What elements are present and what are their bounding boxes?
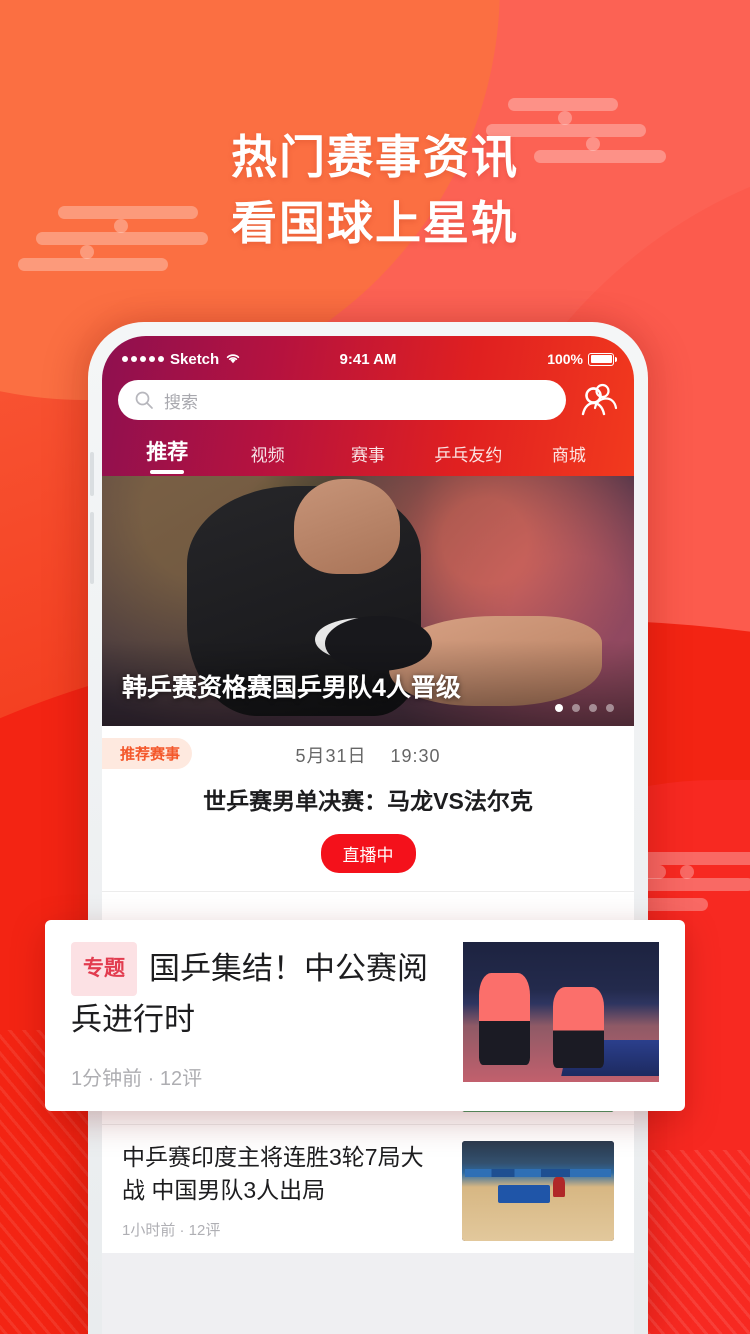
carousel-dot-4[interactable] bbox=[606, 704, 614, 712]
carousel-dot-1[interactable] bbox=[555, 704, 563, 712]
match-date: 5月31日 bbox=[295, 746, 367, 766]
match-live-row: 直播中 bbox=[102, 816, 634, 873]
featured-card[interactable]: 专题 国乒集结！中公赛阅兵进行时 1分钟前 · 12评 bbox=[45, 920, 685, 1111]
phone-mockup: Sketch 9:41 AM 100% 搜索 推荐 视频 赛事 乒乓友约 商城 … bbox=[88, 322, 648, 1334]
featured-thumbnail bbox=[463, 942, 659, 1082]
status-time: 9:41 AM bbox=[339, 350, 397, 368]
status-bar-left: Sketch bbox=[122, 351, 340, 368]
tab-bar: 推荐 视频 赛事 乒乓友约 商城 bbox=[102, 430, 634, 476]
tab-pingpong-meetup[interactable]: 乒乓友约 bbox=[421, 441, 515, 476]
wifi-icon bbox=[225, 351, 241, 368]
app-header: Sketch 9:41 AM 100% 搜索 推荐 视频 赛事 乒乓友约 商城 bbox=[102, 336, 634, 476]
status-bar-right: 100% bbox=[396, 351, 617, 367]
carousel-dot-2[interactable] bbox=[572, 704, 580, 712]
search-input[interactable]: 搜索 bbox=[118, 380, 566, 420]
tab-recommend[interactable]: 推荐 bbox=[120, 436, 214, 476]
featured-badge: 专题 bbox=[71, 942, 137, 996]
headline-line-2: 看国球上星轨 bbox=[231, 197, 519, 249]
match-badge: 推荐赛事 bbox=[102, 738, 193, 769]
tab-store[interactable]: 商城 bbox=[522, 441, 616, 476]
battery-percent-label: 100% bbox=[547, 351, 583, 367]
search-placeholder: 搜索 bbox=[164, 392, 198, 412]
live-button[interactable]: 直播中 bbox=[320, 834, 416, 873]
news-item-main: 中乒赛印度主将连胜3轮7局大战 中国男队3人出局 1小时前 · 12评 bbox=[122, 1141, 446, 1241]
featured-card-main: 专题 国乒集结！中公赛阅兵进行时 1分钟前 · 12评 bbox=[71, 942, 441, 1091]
match-card[interactable]: 推荐赛事 5月31日 19:30 世乒赛男单决赛：马龙VS法尔克 直播中 bbox=[102, 726, 634, 891]
news-meta: 1小时前 · 12评 bbox=[122, 1222, 221, 1239]
news-title: 中乒赛印度主将连胜3轮7局大战 中国男队3人出局 bbox=[122, 1144, 424, 1203]
search-icon bbox=[134, 390, 154, 410]
carrier-label: Sketch bbox=[170, 350, 220, 368]
featured-card-title-row: 专题 国乒集结！中公赛阅兵进行时 bbox=[71, 942, 441, 1044]
headline-line-1: 热门赛事资讯 bbox=[231, 131, 519, 183]
featured-meta: 1分钟前 · 12评 bbox=[71, 1068, 203, 1090]
hero-carousel[interactable]: 韩乒赛资格赛国乒男队4人晋级 bbox=[102, 476, 634, 726]
battery-icon bbox=[588, 352, 617, 366]
phone-screen: Sketch 9:41 AM 100% 搜索 推荐 视频 赛事 乒乓友约 商城 … bbox=[102, 336, 634, 1334]
poster-headline: 热门赛事资讯 看国球上星轨 bbox=[0, 124, 750, 256]
carousel-dots[interactable] bbox=[555, 704, 614, 712]
match-title: 世乒赛男单决赛：马龙VS法尔克 bbox=[203, 788, 533, 814]
hero-title: 韩乒赛资格赛国乒男队4人晋级 bbox=[122, 674, 461, 702]
match-time: 19:30 bbox=[390, 746, 441, 766]
friends-icon[interactable] bbox=[578, 381, 618, 419]
search-row: 搜索 bbox=[102, 374, 634, 430]
carousel-dot-3[interactable] bbox=[589, 704, 597, 712]
tab-matches[interactable]: 赛事 bbox=[321, 441, 415, 476]
status-bar: Sketch 9:41 AM 100% bbox=[102, 344, 634, 374]
tab-video[interactable]: 视频 bbox=[220, 441, 314, 476]
signal-dots-icon bbox=[122, 356, 164, 362]
news-thumbnail bbox=[462, 1141, 614, 1241]
news-list-item[interactable]: 中乒赛印度主将连胜3轮7局大战 中国男队3人出局 1小时前 · 12评 bbox=[102, 1124, 634, 1253]
